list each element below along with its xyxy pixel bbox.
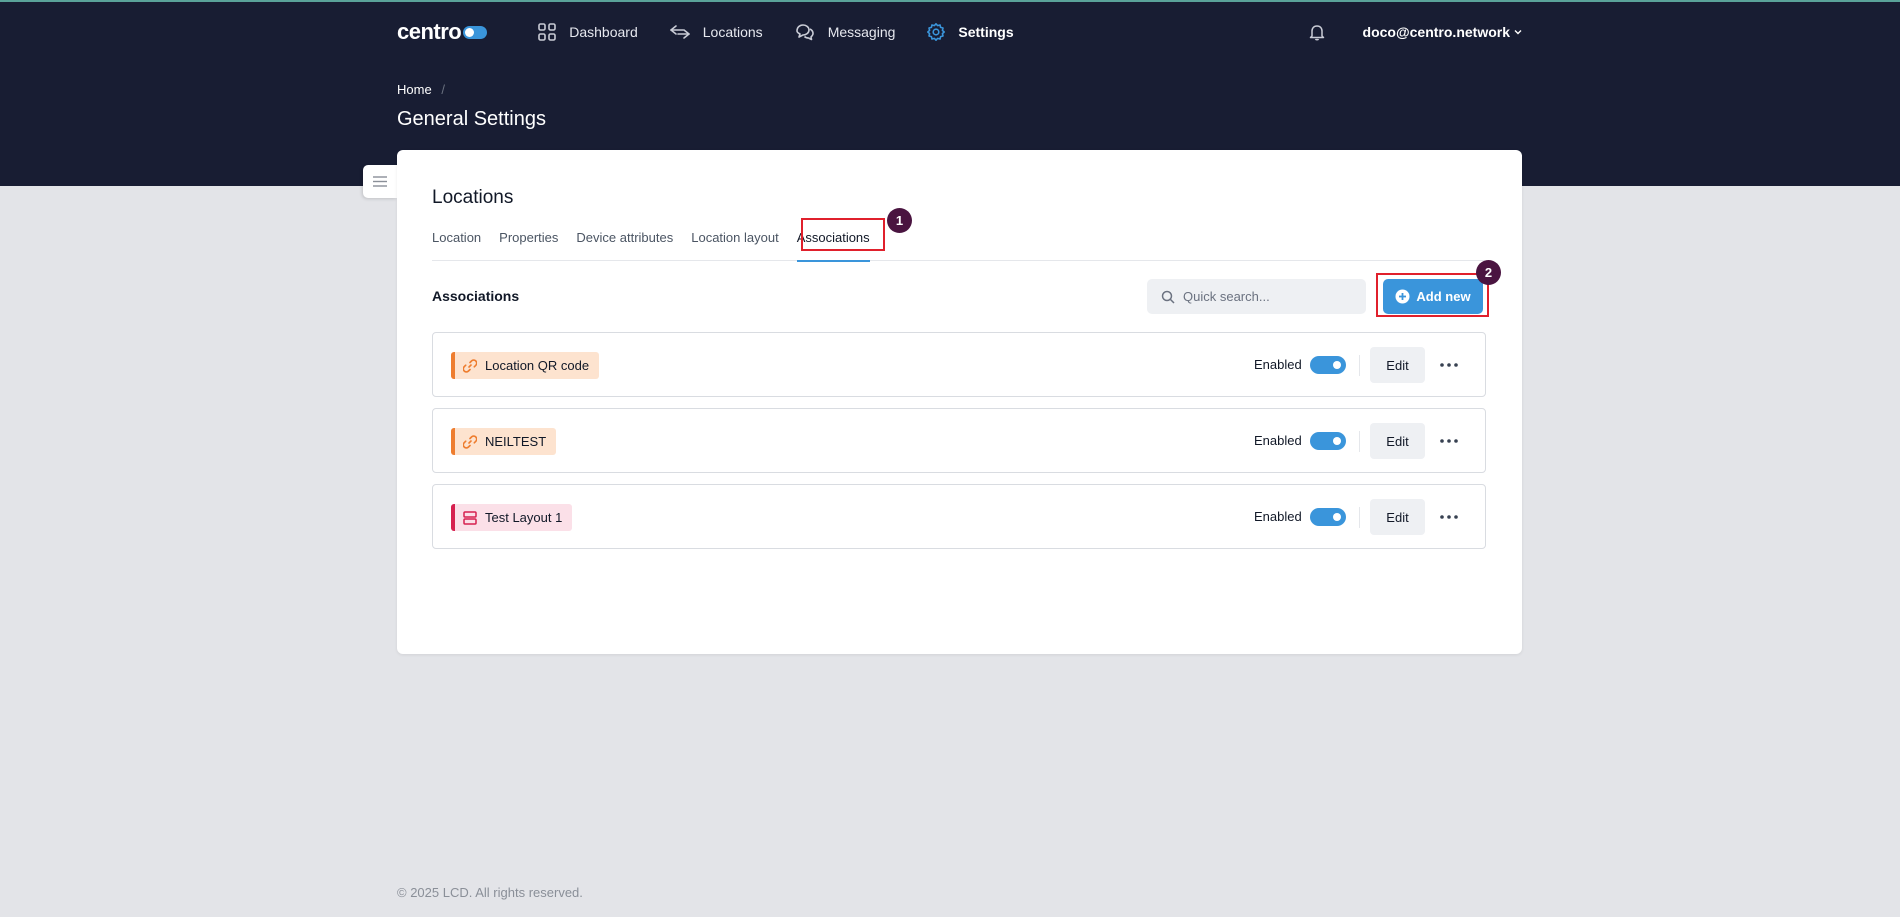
logo[interactable]: centro <box>397 19 488 45</box>
nav-label-locations: Locations <box>702 24 763 40</box>
notifications-button[interactable] <box>1309 23 1325 41</box>
tab-location[interactable]: Location <box>432 228 481 261</box>
arrows-icon <box>669 25 690 39</box>
card-title: Locations <box>432 187 514 208</box>
annotation-badge-1: 1 <box>887 208 912 233</box>
chat-icon <box>795 24 814 41</box>
association-name: Test Layout 1 <box>485 510 563 525</box>
more-options-button[interactable] <box>1437 433 1461 449</box>
edit-button[interactable]: Edit <box>1370 499 1425 535</box>
more-horizontal-icon <box>1440 515 1458 519</box>
nav-item-messaging[interactable]: Messaging <box>794 22 896 42</box>
logo-toggle-icon <box>463 25 488 39</box>
bell-icon <box>1309 25 1324 41</box>
nav-item-settings[interactable]: Settings <box>926 22 1014 42</box>
status-label: Enabled <box>1254 509 1302 524</box>
breadcrumb-home[interactable]: Home <box>397 82 432 97</box>
highlight-box-associations-tab <box>801 218 885 251</box>
breadcrumb: Home / <box>397 82 445 97</box>
more-options-button[interactable] <box>1437 509 1461 525</box>
page-title: General Settings <box>397 108 546 130</box>
chevron-down-icon <box>1514 30 1522 35</box>
nav-item-locations[interactable]: Locations <box>669 23 763 41</box>
user-menu[interactable]: doco@centro.network <box>1363 24 1522 40</box>
section-title: Associations <box>432 288 520 304</box>
nav-label-dashboard: Dashboard <box>569 24 638 40</box>
edit-button[interactable]: Edit <box>1370 347 1425 383</box>
grid-icon <box>538 23 557 41</box>
association-row: Test Layout 1 Enabled Edit <box>432 484 1486 549</box>
sidebar-toggle-button[interactable] <box>363 165 397 198</box>
association-row: Location QR code Enabled Edit <box>432 332 1486 397</box>
edit-button[interactable]: Edit <box>1370 423 1425 459</box>
association-name: Location QR code <box>485 358 590 373</box>
tab-properties[interactable]: Properties <box>499 228 558 261</box>
search-icon <box>1161 290 1175 304</box>
more-options-button[interactable] <box>1437 357 1461 373</box>
more-horizontal-icon <box>1440 439 1458 443</box>
status-label: Enabled <box>1254 433 1302 448</box>
quick-search <box>1147 279 1366 314</box>
user-email: doco@centro.network <box>1362 24 1510 40</box>
status-label: Enabled <box>1254 357 1302 372</box>
association-chip: NEILTEST <box>451 428 557 455</box>
nav-right: doco@centro.network <box>1309 23 1522 41</box>
divider <box>1359 431 1360 452</box>
association-name: NEILTEST <box>485 434 547 449</box>
link-icon <box>463 434 477 449</box>
top-navbar: centro Dashboard Locations Messaging Set… <box>397 2 1522 62</box>
annotation-badge-2: 2 <box>1476 260 1501 285</box>
layout-rows-icon <box>463 510 477 525</box>
nav-links: Dashboard Locations Messaging Settings <box>537 22 1044 42</box>
more-horizontal-icon <box>1440 363 1458 367</box>
search-input[interactable] <box>1183 289 1363 304</box>
menu-icon <box>373 176 387 187</box>
settings-card: Locations Location Properties Device att… <box>397 150 1522 654</box>
tab-bar: Location Properties Device attributes Lo… <box>432 228 1485 262</box>
nav-item-dashboard[interactable]: Dashboard <box>537 22 638 42</box>
logo-text: centro <box>397 19 462 44</box>
association-chip: Location QR code <box>451 352 600 379</box>
divider <box>1359 355 1360 376</box>
breadcrumb-separator: / <box>441 82 445 97</box>
association-row: NEILTEST Enabled Edit <box>432 408 1486 473</box>
enabled-toggle[interactable] <box>1310 432 1346 450</box>
link-icon <box>463 358 477 373</box>
gear-icon <box>927 23 946 41</box>
enabled-toggle[interactable] <box>1310 508 1346 526</box>
highlight-box-add-new <box>1376 273 1489 317</box>
nav-label-settings: Settings <box>958 24 1014 40</box>
enabled-toggle[interactable] <box>1310 356 1346 374</box>
nav-label-messaging: Messaging <box>827 24 896 40</box>
divider <box>1359 507 1360 528</box>
tab-location-layout[interactable]: Location layout <box>691 228 778 261</box>
tab-device-attributes[interactable]: Device attributes <box>576 228 673 261</box>
footer-copyright: © 2025 LCD. All rights reserved. <box>397 885 583 900</box>
association-chip: Test Layout 1 <box>451 504 573 531</box>
